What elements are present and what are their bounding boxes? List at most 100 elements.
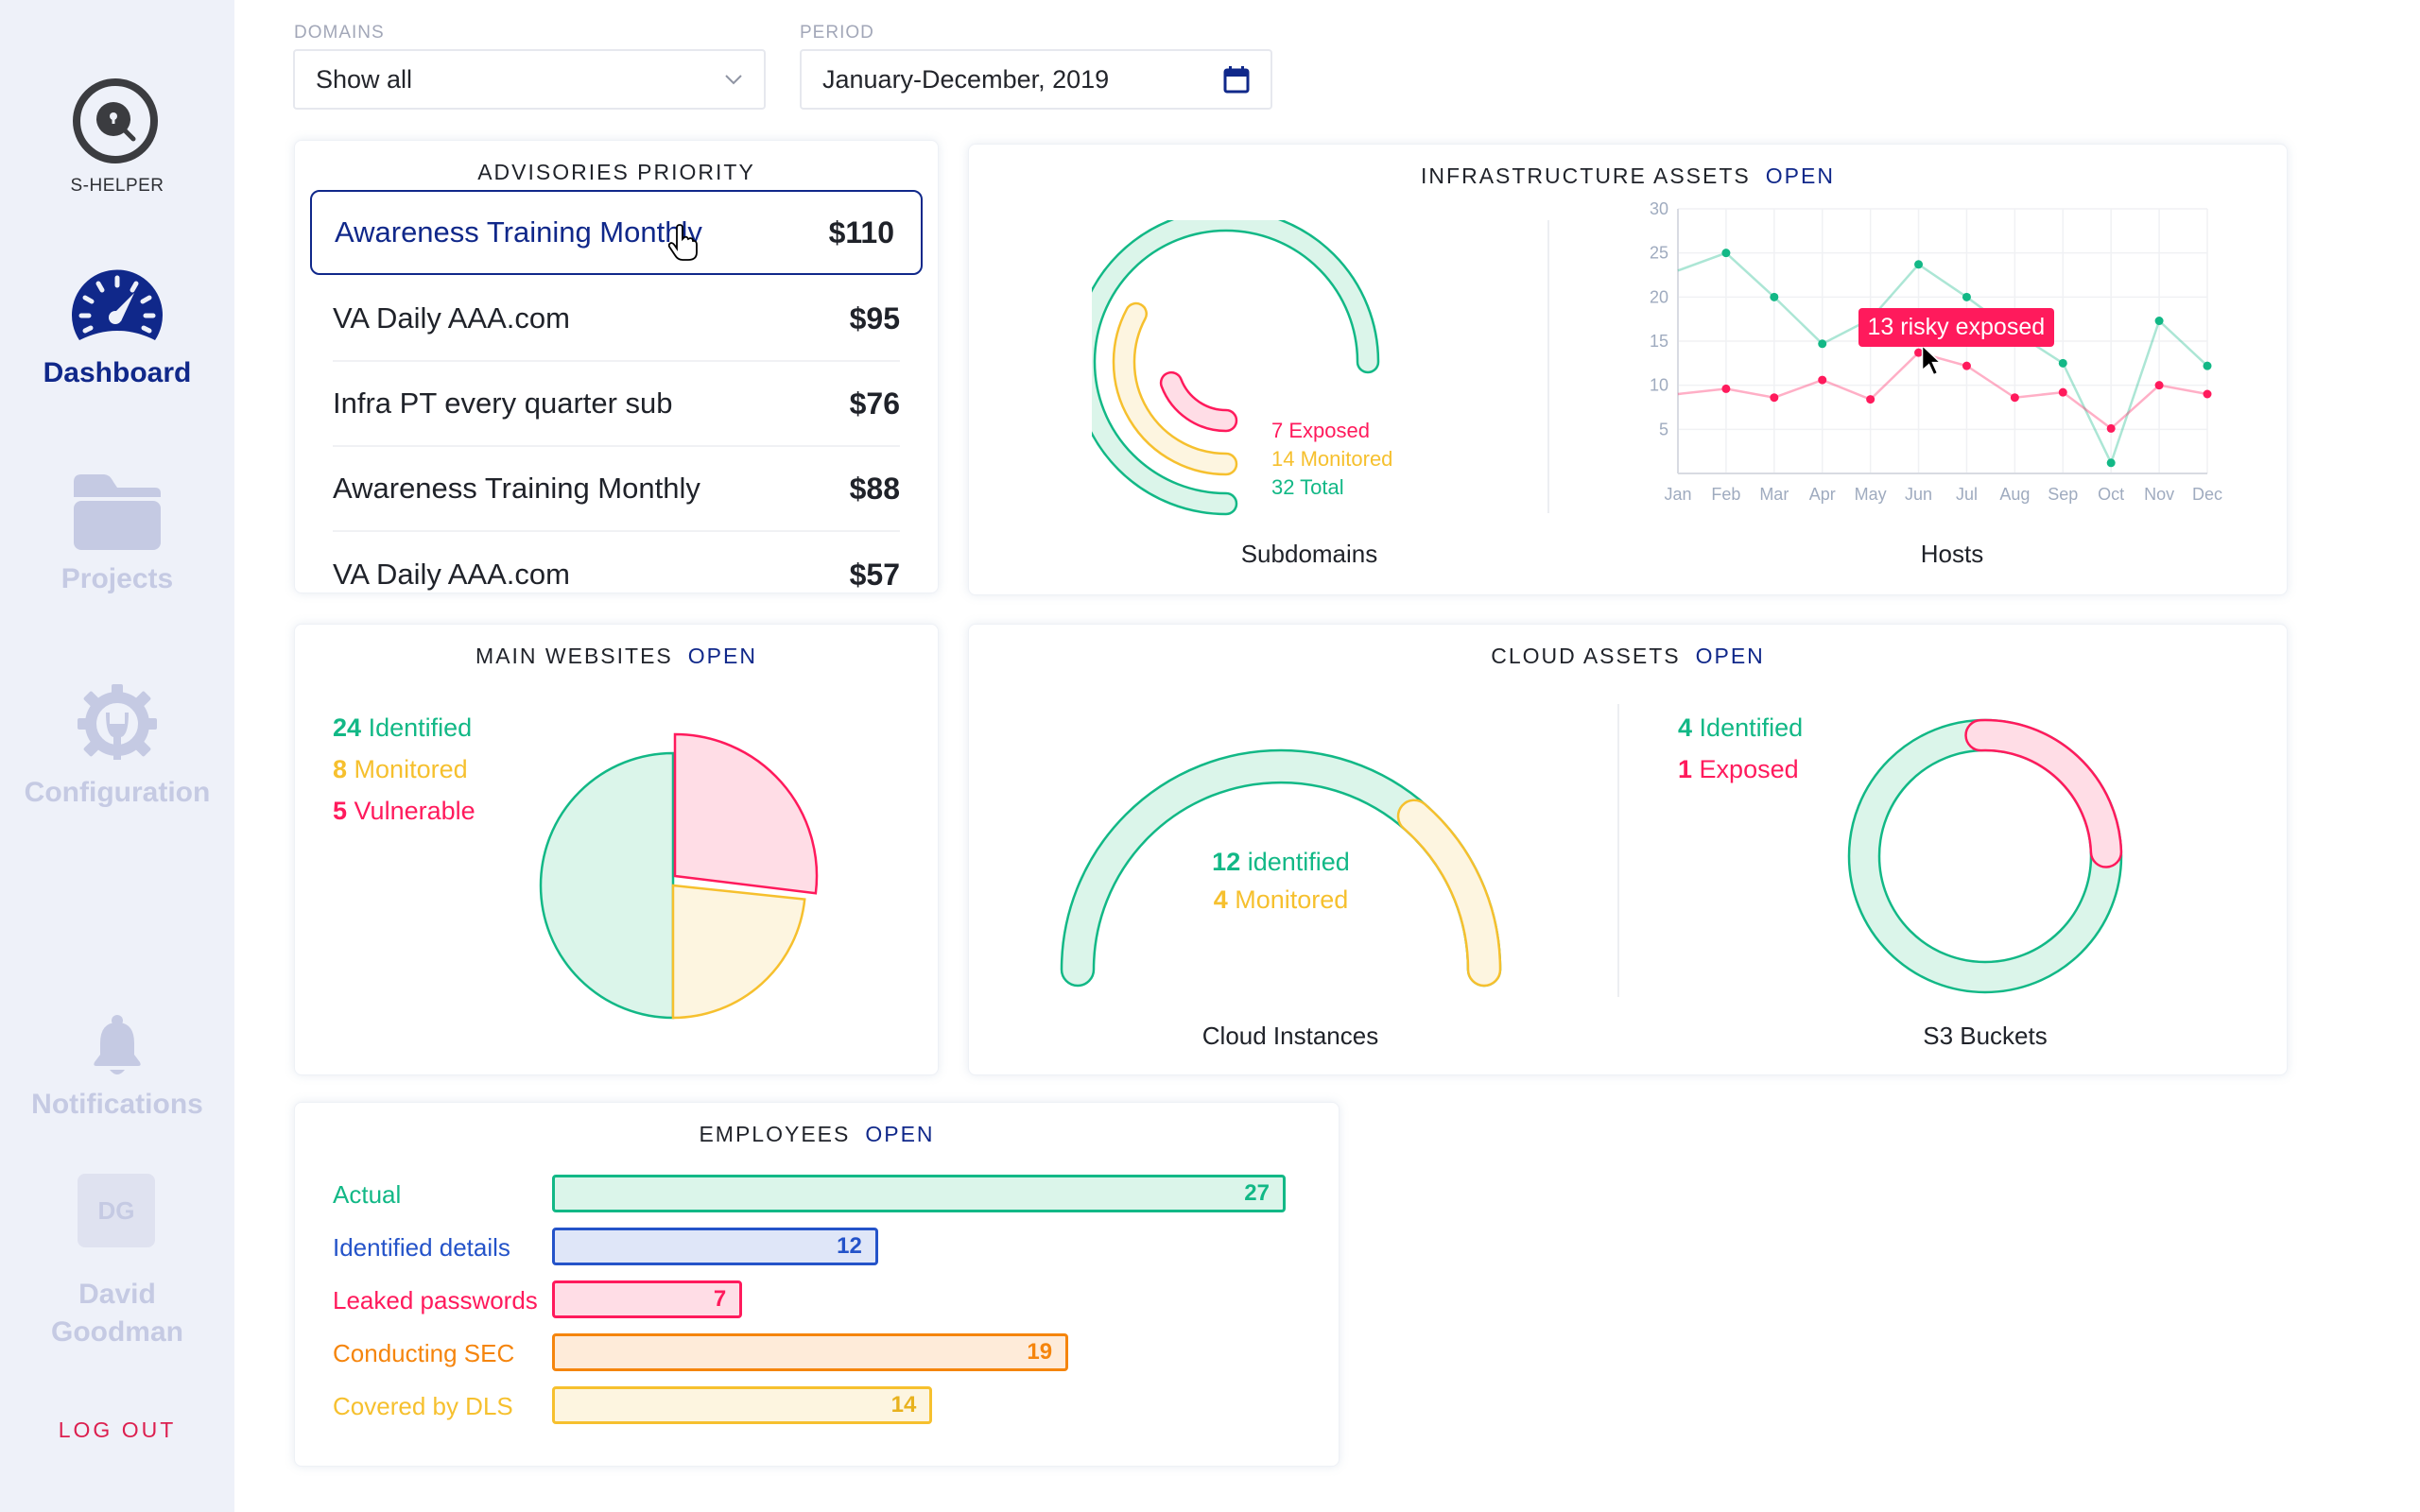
employees-title: EMPLOYEES OPEN	[295, 1122, 1339, 1147]
sidebar-item-dashboard[interactable]: Dashboard	[0, 265, 234, 389]
x-tick-label: Dec	[2192, 485, 2222, 504]
employees-card: EMPLOYEES OPEN Actual 27 Identified details…	[294, 1102, 1340, 1467]
data-point[interactable]	[2203, 361, 2212, 370]
pie-slice-identified[interactable]	[539, 751, 675, 1020]
app-logo-icon	[73, 78, 158, 163]
x-tick-label: Jul	[1956, 485, 1978, 504]
bar-identified-details[interactable]: 12	[552, 1228, 878, 1265]
advisory-price: $95	[849, 301, 900, 335]
bar-leaked-passwords[interactable]: 7	[552, 1280, 743, 1318]
app-name: S-HELPER	[70, 176, 164, 196]
cloud-assets-title: CLOUD ASSETS OPEN	[969, 644, 2287, 669]
infrastructure-title-text: INFRASTRUCTURE ASSETS	[1421, 163, 1751, 188]
data-point[interactable]	[2106, 423, 2116, 433]
legend-vulnerable: 5 Vulnerable	[333, 797, 475, 825]
y-tick-label: 20	[1650, 287, 1668, 306]
avatar[interactable]: DG	[78, 1174, 155, 1247]
pie-slice-vulnerable[interactable]	[673, 732, 819, 895]
data-point[interactable]	[2010, 393, 2019, 403]
folder-icon	[74, 474, 161, 550]
advisory-item[interactable]: VA Daily AAA.com $95	[333, 277, 900, 362]
hosts-label: Hosts	[1920, 540, 1984, 568]
chart-tooltip: 13 risky exposed	[1858, 308, 2055, 348]
period-value: January-December, 2019	[822, 64, 1110, 94]
bar-covered-by-dls[interactable]: 14	[552, 1386, 933, 1424]
subdomains-legend-exposed: 7 Exposed	[1271, 419, 1370, 442]
data-point[interactable]	[1721, 384, 1731, 393]
bar-value: 27	[1244, 1180, 1270, 1206]
data-point[interactable]	[1770, 393, 1779, 403]
legend-monitored: 8 Monitored	[333, 755, 468, 783]
user-name[interactable]: David Goodman	[0, 1276, 234, 1351]
bar-value: 12	[837, 1233, 862, 1259]
data-point[interactable]	[1818, 339, 1827, 349]
bar-value: 14	[890, 1392, 917, 1418]
advisory-item[interactable]: Awareness Training Monthly $88	[333, 447, 900, 532]
gauge-legend-monitored: 4 Monitored	[1213, 885, 1349, 914]
domains-label: DOMAINS	[294, 23, 385, 43]
sidebar-item-notifications[interactable]: Notifications	[0, 1015, 234, 1121]
data-point[interactable]	[2106, 458, 2116, 468]
data-point[interactable]	[2203, 389, 2212, 399]
bar-actual[interactable]: 27	[552, 1175, 1286, 1212]
data-point[interactable]	[1962, 292, 1971, 301]
gauge-legend-identified: 12 identified	[1212, 848, 1350, 876]
chevron-down-icon	[725, 75, 742, 85]
bar-label: Actual	[333, 1180, 402, 1209]
bar-label: Leaked passwords	[333, 1286, 538, 1314]
advisory-item[interactable]: VA Daily AAA.com $57	[333, 532, 900, 593]
infrastructure-title: INFRASTRUCTURE ASSETS OPEN	[969, 163, 2287, 189]
cloud-assets-card: CLOUD ASSETS OPEN Cloud Instances S3 Buck…	[968, 624, 2288, 1075]
main-websites-open-link[interactable]: OPEN	[688, 644, 757, 668]
series-line	[1677, 351, 2208, 431]
data-point[interactable]	[1962, 361, 1971, 370]
advisories-title: ADVISORIES PRIORITY	[477, 160, 755, 184]
bar-label: Identified details	[333, 1233, 510, 1262]
cloud-assets-title-text: CLOUD ASSETS	[1491, 644, 1681, 668]
advisory-name: VA Daily AAA.com	[333, 558, 570, 591]
data-point[interactable]	[1818, 375, 1827, 385]
advisory-item[interactable]: Awareness Training Monthly $110	[310, 190, 923, 275]
data-point[interactable]	[2058, 387, 2067, 397]
sidebar-item-label: Notifications	[31, 1089, 203, 1120]
sidebar-item-label: Dashboard	[43, 357, 192, 388]
data-point[interactable]	[1914, 348, 1924, 357]
hand-cursor-icon	[667, 224, 698, 261]
cloud-assets-open-link[interactable]: OPEN	[1696, 644, 1765, 668]
y-tick-label: 25	[1650, 244, 1668, 263]
infrastructure-open-link[interactable]: OPEN	[1766, 163, 1835, 188]
employees-open-link[interactable]: OPEN	[865, 1122, 934, 1146]
x-tick-label: Jan	[1664, 485, 1691, 504]
main-websites-card: MAIN WEBSITES OPEN 24 Identified 8 Monitor…	[294, 624, 939, 1075]
logout-button[interactable]: LOG OUT	[0, 1418, 234, 1443]
divider	[1617, 704, 1619, 997]
data-point[interactable]	[1770, 292, 1779, 301]
calendar-icon[interactable]	[1223, 65, 1250, 94]
period-picker[interactable]: January-December, 2019	[800, 49, 1272, 110]
sidebar-item-projects[interactable]: Projects	[0, 472, 234, 595]
advisory-price: $76	[849, 386, 900, 421]
s3-legend-identified: 4 Identified	[1678, 713, 1804, 742]
x-tick-label: Oct	[2098, 485, 2124, 504]
subdomains-label: Subdomains	[1240, 540, 1378, 568]
subdomains-legend-monitored: 14 Monitored	[1271, 447, 1392, 471]
data-point[interactable]	[1721, 249, 1731, 258]
bell-icon	[94, 1015, 141, 1074]
data-point[interactable]	[2154, 381, 2164, 390]
sidebar-item-configuration[interactable]: Configuration	[0, 684, 234, 809]
advisory-price: $88	[849, 471, 900, 506]
bar-label: Conducting SEC	[333, 1339, 515, 1367]
s3-buckets-label: S3 Buckets	[1923, 1022, 2048, 1050]
divider	[1547, 220, 1549, 513]
data-point[interactable]	[2058, 358, 2067, 368]
cloud-instances-label: Cloud Instances	[1201, 1022, 1379, 1050]
bar-label: Covered by DLS	[333, 1392, 513, 1420]
data-point[interactable]	[2154, 317, 2164, 326]
data-point[interactable]	[1866, 395, 1876, 404]
data-point[interactable]	[1914, 260, 1924, 269]
advisory-item[interactable]: Infra PT every quarter sub $76	[333, 362, 900, 447]
gear-wrench-icon	[78, 684, 157, 760]
domains-select[interactable]: Show all	[293, 49, 766, 110]
pie-slice-monitored[interactable]	[671, 884, 806, 1020]
bar-conducting-sec[interactable]: 19	[552, 1333, 1069, 1371]
